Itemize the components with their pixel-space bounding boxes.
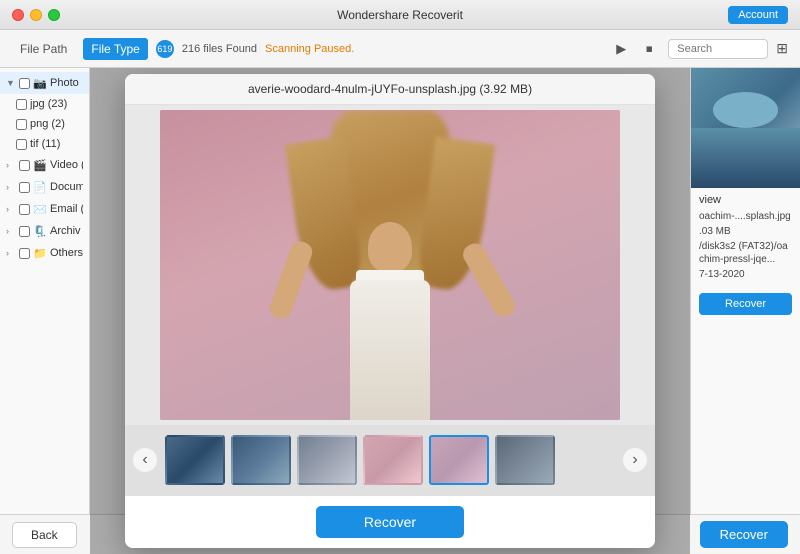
tif-label: tif (11): [30, 138, 60, 150]
thumbnails-list: [165, 435, 555, 485]
modal-overlay[interactable]: averie-woodard-4nulm-jUYFo-unsplash.jpg …: [90, 68, 690, 554]
email-checkbox[interactable]: [19, 204, 30, 215]
video-checkbox[interactable]: [19, 160, 30, 171]
expand-icon: ▼: [6, 78, 16, 88]
video-icon: 🎬: [33, 158, 47, 172]
main-area: ▼ 📷 Photo jpg (23) png (2) tif (11) › 🎬 …: [0, 68, 800, 554]
others-label: Others: [50, 247, 83, 259]
close-button[interactable]: [12, 9, 24, 21]
thumb-nav-left[interactable]: ‹: [133, 448, 157, 472]
preview-label: view: [699, 194, 792, 206]
thumbnail-3[interactable]: [297, 435, 357, 485]
archive-checkbox[interactable]: [19, 226, 30, 237]
minimize-button[interactable]: [30, 9, 42, 21]
scanning-status: Scanning Paused.: [265, 43, 354, 55]
main-preview-image: [160, 110, 620, 420]
search-input[interactable]: [668, 39, 768, 59]
right-panel-thumbnail: [691, 68, 800, 188]
toolbar: File Path File Type 619 216 files Found …: [0, 30, 800, 68]
png-checkbox[interactable]: [16, 119, 27, 130]
right-panel-path: /disk3s2 (FAT32)/oachim-pressl-jqe...: [699, 240, 792, 266]
sidebar-item-others[interactable]: › 📁 Others: [0, 242, 89, 264]
photo-icon: 📷: [33, 76, 47, 90]
body-element: [350, 280, 430, 420]
right-panel: view oachim-....splash.jpg .03 MB /disk3…: [690, 68, 800, 554]
sidebar-item-jpg[interactable]: jpg (23): [0, 94, 89, 114]
modal-recover-area: Recover: [125, 495, 655, 548]
modal-filename: averie-woodard-4nulm-jUYFo-unsplash.jpg …: [248, 82, 532, 96]
thumbnails-area: ‹ ›: [125, 425, 655, 495]
right-panel-size: .03 MB: [699, 225, 792, 238]
doc-checkbox[interactable]: [19, 182, 30, 193]
archive-label: Archiv: [50, 225, 81, 237]
email-icon: ✉️: [33, 202, 47, 216]
doc-expand-icon: ›: [6, 182, 16, 192]
thumbnail-1[interactable]: [165, 435, 225, 485]
sidebar-item-photo[interactable]: ▼ 📷 Photo: [0, 72, 89, 94]
modal-image-area: [125, 105, 655, 425]
doc-label: Docum: [50, 181, 83, 193]
right-panel-filename: oachim-....splash.jpg: [699, 210, 792, 223]
sidebar-item-archive[interactable]: › 🗜️ Archiv: [0, 220, 89, 242]
video-label: Video (: [50, 159, 83, 171]
thumbnail-4[interactable]: [363, 435, 423, 485]
maximize-button[interactable]: [48, 9, 60, 21]
email-label: Email (: [50, 203, 83, 215]
doc-icon: 📄: [33, 180, 47, 194]
right-panel-recover-button[interactable]: Recover: [699, 293, 792, 315]
thumbnail-2[interactable]: [231, 435, 291, 485]
modal-recover-button[interactable]: Recover: [316, 506, 464, 538]
archive-icon: 🗜️: [33, 224, 47, 238]
modal-header: averie-woodard-4nulm-jUYFo-unsplash.jpg …: [125, 74, 655, 105]
preview-modal: averie-woodard-4nulm-jUYFo-unsplash.jpg …: [125, 74, 655, 548]
others-checkbox[interactable]: [19, 248, 30, 259]
play-icon[interactable]: ▶: [610, 38, 632, 60]
video-expand-icon: ›: [6, 160, 16, 170]
filter-icon[interactable]: ⊞: [776, 40, 788, 57]
archive-expand-icon: ›: [6, 226, 16, 236]
sidebar-item-email[interactable]: › ✉️ Email (: [0, 198, 89, 220]
sidebar: ▼ 📷 Photo jpg (23) png (2) tif (11) › 🎬 …: [0, 68, 90, 554]
right-panel-recover-area: Recover: [699, 293, 792, 315]
others-icon: 📁: [33, 246, 47, 260]
sidebar-item-png[interactable]: png (2): [0, 114, 89, 134]
photo-checkbox[interactable]: [19, 78, 30, 89]
scan-badge: 619: [156, 40, 174, 58]
right-panel-info: view oachim-....splash.jpg .03 MB /disk3…: [691, 188, 800, 289]
head-element: [368, 222, 412, 272]
jpg-label: jpg (23): [30, 98, 67, 110]
traffic-lights: [12, 9, 60, 21]
thumb-nav-right[interactable]: ›: [623, 448, 647, 472]
tab-file-type[interactable]: File Type: [83, 38, 147, 60]
recover-main-button[interactable]: Recover: [700, 521, 788, 548]
sidebar-item-document[interactable]: › 📄 Docum: [0, 176, 89, 198]
account-button[interactable]: Account: [728, 6, 788, 24]
right-panel-date: 7-13-2020: [699, 268, 792, 281]
tif-checkbox[interactable]: [16, 139, 27, 150]
email-expand-icon: ›: [6, 204, 16, 214]
thumbnail-6[interactable]: [495, 435, 555, 485]
photo-label: Photo: [50, 77, 79, 89]
stop-icon[interactable]: ⏹: [638, 38, 660, 60]
sidebar-item-video[interactable]: › 🎬 Video (: [0, 154, 89, 176]
jpg-checkbox[interactable]: [16, 99, 27, 110]
thumbnail-5[interactable]: [429, 435, 489, 485]
tab-file-path[interactable]: File Path: [12, 38, 75, 60]
content-area: averie-woodard-4nulm-jUYFo-unsplash.jpg …: [90, 68, 690, 554]
toolbar-icons: ▶ ⏹: [610, 38, 660, 60]
png-label: png (2): [30, 118, 65, 130]
title-bar: Wondershare Recoverit Account: [0, 0, 800, 30]
others-expand-icon: ›: [6, 248, 16, 258]
app-title: Wondershare Recoverit: [337, 8, 463, 22]
sidebar-item-tif[interactable]: tif (11): [0, 134, 89, 154]
files-found-text: 216 files Found: [182, 43, 257, 55]
back-button[interactable]: Back: [12, 522, 77, 548]
